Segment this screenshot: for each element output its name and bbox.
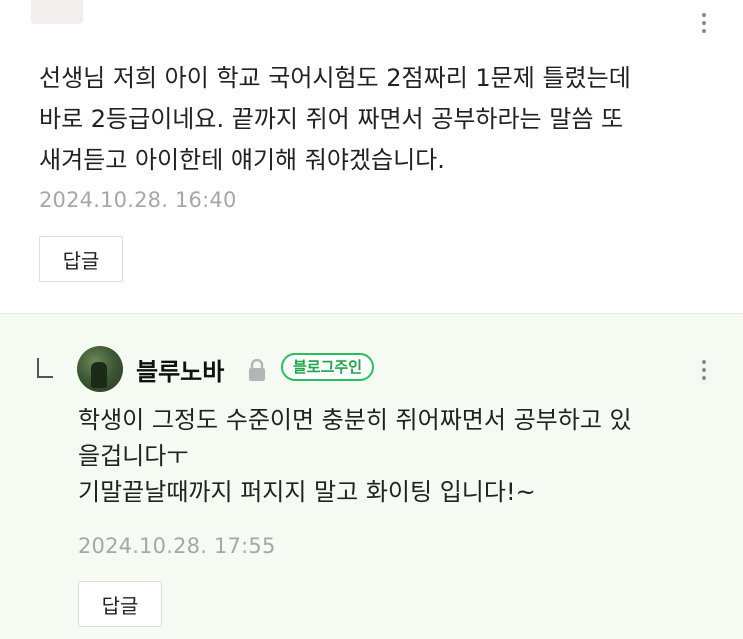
comment-timestamp: 2024.10.28. 16:40	[39, 188, 237, 212]
reply-comment: 블루노바 블로그주인 학생이 그정도 수준이면 충분히 쥐어짜면서 공부하고 있…	[0, 313, 743, 639]
lock-icon	[249, 358, 265, 381]
comment-body: 선생님 저희 아이 학교 국어시험도 2점짜리 1문제 틀렸는데 바로 2등급이…	[39, 58, 729, 181]
commenter-avatar[interactable]	[31, 0, 83, 24]
reply-indent-icon	[37, 358, 53, 378]
comment-line: 바로 2등급이네요. 끝까지 쥐어 짜면서 공부하라는 말씀 또	[39, 105, 624, 133]
reply-timestamp: 2024.10.28. 17:55	[78, 534, 276, 558]
reply-line: 을겁니다ㅜ	[78, 442, 189, 470]
reply-author-name[interactable]: 블루노바	[136, 352, 224, 387]
reply-author-avatar[interactable]	[77, 346, 123, 392]
reply-line: 기말끝날때까지 퍼지지 말고 화이팅 입니다!~	[78, 478, 536, 506]
blog-owner-badge: 블로그주인	[281, 353, 375, 381]
reply-body: 학생이 그정도 수준이면 충분히 쥐어짜면서 공부하고 있 을겁니다ㅜ 기말끝날…	[78, 402, 718, 510]
comment-line: 선생님 저희 아이 학교 국어시험도 2점짜리 1문제 틀렸는데	[39, 64, 631, 92]
reply-line: 학생이 그정도 수준이면 충분히 쥐어짜면서 공부하고 있	[78, 406, 632, 434]
reply-reply-button[interactable]: 답글	[78, 581, 162, 627]
reply-more-icon[interactable]	[694, 356, 714, 384]
comment-line: 새겨듣고 아이한테 얘기해 줘야겠습니다.	[39, 146, 445, 174]
comment-more-icon[interactable]	[694, 9, 714, 37]
comment-reply-button[interactable]: 답글	[39, 236, 123, 282]
